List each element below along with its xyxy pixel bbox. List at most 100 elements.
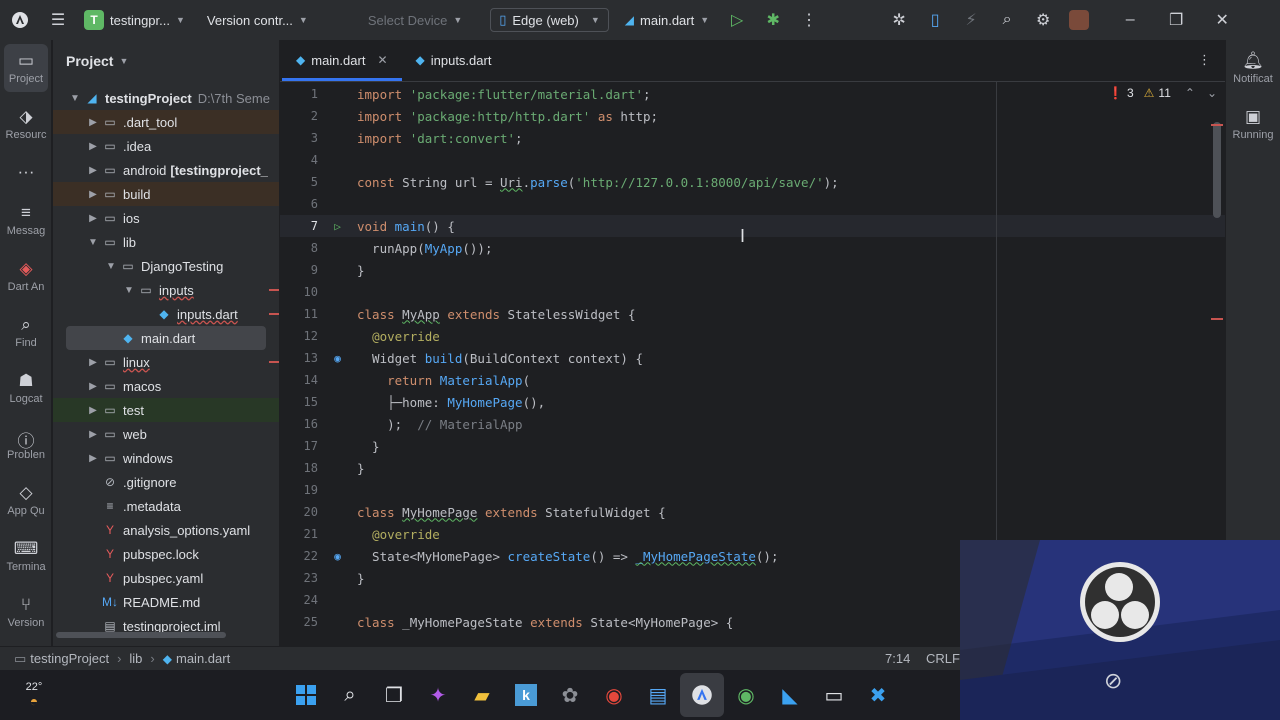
tool-dart-analysis[interactable]: ◈ Dart An — [0, 248, 52, 304]
chrome-icon[interactable]: ◉ — [592, 673, 636, 717]
chevron-down-icon[interactable]: ▼ — [103, 261, 119, 272]
code-line[interactable]: 15 ├─home: MyHomePage(), — [280, 391, 1225, 413]
tree-item-metadata[interactable]: ≡ .metadata — [53, 494, 279, 518]
tree-item-analysis-options-yaml[interactable]: Yanalysis_options.yaml — [53, 518, 279, 542]
tree-item-ios[interactable]: ▶ ▭ ios — [53, 206, 279, 230]
code-line[interactable]: 8 runApp(MyApp()); — [280, 237, 1225, 259]
run-icon[interactable]: ▷ — [719, 0, 755, 40]
hot-reload-icon[interactable]: ⚡ — [953, 0, 989, 40]
code-line[interactable]: 16 ); // MaterialApp — [280, 413, 1225, 435]
debug-icon[interactable]: ✱ — [755, 0, 791, 40]
chevron-right-icon[interactable]: ▶ — [85, 429, 101, 440]
run-gutter-icon[interactable]: ▷ — [318, 220, 357, 233]
code-line[interactable]: 3 import 'dart:convert'; — [280, 127, 1225, 149]
tree-item-inputs[interactable]: ▼ ▭ inputs — [53, 278, 279, 302]
tool-notifications[interactable]: 🔔︎ Notificat — [1226, 40, 1280, 96]
project-selector[interactable]: T testingpr... ▼ — [84, 0, 185, 40]
tool-project[interactable]: ▭ Project — [4, 44, 48, 92]
code-line[interactable]: 5 const String url = Uri.parse('http://12… — [280, 171, 1225, 193]
tree-item-djangotesting[interactable]: ▼ ▭ DjangoTesting — [53, 254, 279, 278]
tool-version-control[interactable]: ⑂ Version — [0, 584, 52, 640]
tree-item-gitignore[interactable]: ⊘ .gitignore — [53, 470, 279, 494]
code-line[interactable]: 10 — [280, 281, 1225, 303]
code-line[interactable]: 12 @override — [280, 325, 1225, 347]
search-icon[interactable]: ⌕ — [328, 673, 372, 717]
code-line[interactable]: 1 import 'package:flutter/material.dart'; — [280, 83, 1225, 105]
copilot-icon[interactable]: ✦ — [416, 673, 460, 717]
inspection-widget[interactable]: ❗ 3 ⚠ 11 ⌃ ⌄ — [1108, 86, 1217, 100]
chevron-right-icon[interactable]: ▶ — [85, 141, 101, 152]
vcs-selector[interactable]: Version contr... ▼ — [207, 0, 308, 40]
tool-resource[interactable]: ⬗ Resourc — [0, 96, 52, 152]
code-line[interactable]: 17 } — [280, 435, 1225, 457]
file-explorer-icon[interactable]: ▰ — [460, 673, 504, 717]
chrome-profile-icon[interactable]: ◉ — [724, 673, 768, 717]
device-selector[interactable]: Select Device ▼ — [368, 0, 462, 40]
remote-icon[interactable]: ✖ — [856, 673, 900, 717]
tool-running-devices[interactable]: ▣ Running — [1226, 96, 1280, 152]
close-icon[interactable]: ✕ — [1199, 0, 1245, 40]
chevron-down-icon[interactable]: ▼ — [121, 285, 137, 296]
tool-terminal[interactable]: ⌨ Termina — [0, 528, 52, 584]
tree-item-web[interactable]: ▶ ▭ web — [53, 422, 279, 446]
tree-item-lib[interactable]: ▼ ▭ lib — [53, 230, 279, 254]
tool-find[interactable]: ⌕ Find — [0, 304, 52, 360]
chevron-right-icon[interactable]: ▶ — [85, 357, 101, 368]
code-line[interactable]: 7 ▷ void main() { — [280, 215, 1225, 237]
browser-selector[interactable]: ▯ Edge (web) ▼ — [490, 8, 609, 32]
override-gutter-icon[interactable]: ◉ — [318, 352, 357, 365]
task-view-icon[interactable]: ❐ — [372, 673, 416, 717]
override-gutter-icon[interactable]: ◉ — [318, 550, 357, 563]
tool-more[interactable]: ··· — [0, 152, 52, 192]
crumb-lib[interactable]: lib — [129, 651, 142, 666]
code-line[interactable]: 13 ◉ Widget build(BuildContext context) { — [280, 347, 1225, 369]
editor-scrollbar[interactable] — [1213, 122, 1221, 218]
more-vertical-icon[interactable]: ⋮ — [791, 0, 827, 40]
tree-root[interactable]: ▼ ◢ testingProject D:\7th Seme — [53, 86, 279, 110]
code-line[interactable]: 14 return MaterialApp( — [280, 369, 1225, 391]
tree-item-idea[interactable]: ▶ ▭ .idea — [53, 134, 279, 158]
weather-widget[interactable]: 22° ◓ — [10, 681, 58, 709]
code-line[interactable]: 11 class MyApp extends StatelessWidget { — [280, 303, 1225, 325]
tree-item-build[interactable]: ▶ ▭ build — [53, 182, 279, 206]
tree-item-main-dart[interactable]: ◆ main.dart — [66, 326, 266, 350]
tree-item-pubspec-lock[interactable]: Ypubspec.lock — [53, 542, 279, 566]
chevron-right-icon[interactable]: ▶ — [85, 189, 101, 200]
caret-position[interactable]: 7:14 — [885, 651, 910, 666]
code-line[interactable]: 2 import 'package:http/http.dart' as http… — [280, 105, 1225, 127]
chevron-right-icon[interactable]: ▶ — [85, 453, 101, 464]
tab-inputs-dart[interactable]: ◆ inputs.dart — [402, 39, 506, 81]
line-ending[interactable]: CRLF — [926, 651, 960, 666]
tabs-more-icon[interactable]: ⋮ — [1184, 39, 1225, 81]
tab-main-dart[interactable]: ◆ main.dart ✕ — [282, 39, 402, 81]
openai-icon[interactable]: ✿ — [548, 673, 592, 717]
chevron-down-icon[interactable]: ⌄ — [1207, 86, 1217, 100]
code-line[interactable]: 4 — [280, 149, 1225, 171]
error-marker[interactable] — [1211, 124, 1223, 126]
tree-item-macos[interactable]: ▶ ▭ macos — [53, 374, 279, 398]
bug-report-icon[interactable]: ✲ — [881, 0, 917, 40]
avatar[interactable] — [1061, 0, 1097, 40]
tree-item-windows[interactable]: ▶ ▭ windows — [53, 446, 279, 470]
android-studio-logo-icon[interactable] — [0, 0, 40, 40]
search-icon[interactable]: ⌕ — [989, 0, 1025, 40]
code-line[interactable]: 9} — [280, 259, 1225, 281]
tree-item-readme-md[interactable]: M↓ README.md — [53, 590, 279, 614]
notepad-icon[interactable]: ▤ — [636, 673, 680, 717]
tree-item-android[interactable]: ▶ ▭ android [testingproject_ — [53, 158, 279, 182]
minimize-icon[interactable]: – — [1107, 0, 1153, 40]
android-studio-icon[interactable] — [680, 673, 724, 717]
code-line[interactable]: 6 — [280, 193, 1225, 215]
project-panel-header[interactable]: Project ▼ — [53, 40, 279, 82]
tree-item-inputs-dart[interactable]: ◆ inputs.dart — [53, 302, 279, 326]
settings-gear-icon[interactable]: ⚙ — [1025, 0, 1061, 40]
tree-item-pubspec-yaml[interactable]: Ypubspec.yaml — [53, 566, 279, 590]
chevron-right-icon[interactable]: ▶ — [85, 405, 101, 416]
tool-app-quality[interactable]: ◇ App Qu — [0, 472, 52, 528]
code-line[interactable]: 18} — [280, 457, 1225, 479]
tree-item-test[interactable]: ▶ ▭ test — [53, 398, 279, 422]
chevron-down-icon[interactable]: ▼ — [85, 237, 101, 248]
terminal-icon[interactable]: ▭ — [812, 673, 856, 717]
code-line[interactable]: 19 — [280, 479, 1225, 501]
chevron-right-icon[interactable]: ▶ — [85, 381, 101, 392]
